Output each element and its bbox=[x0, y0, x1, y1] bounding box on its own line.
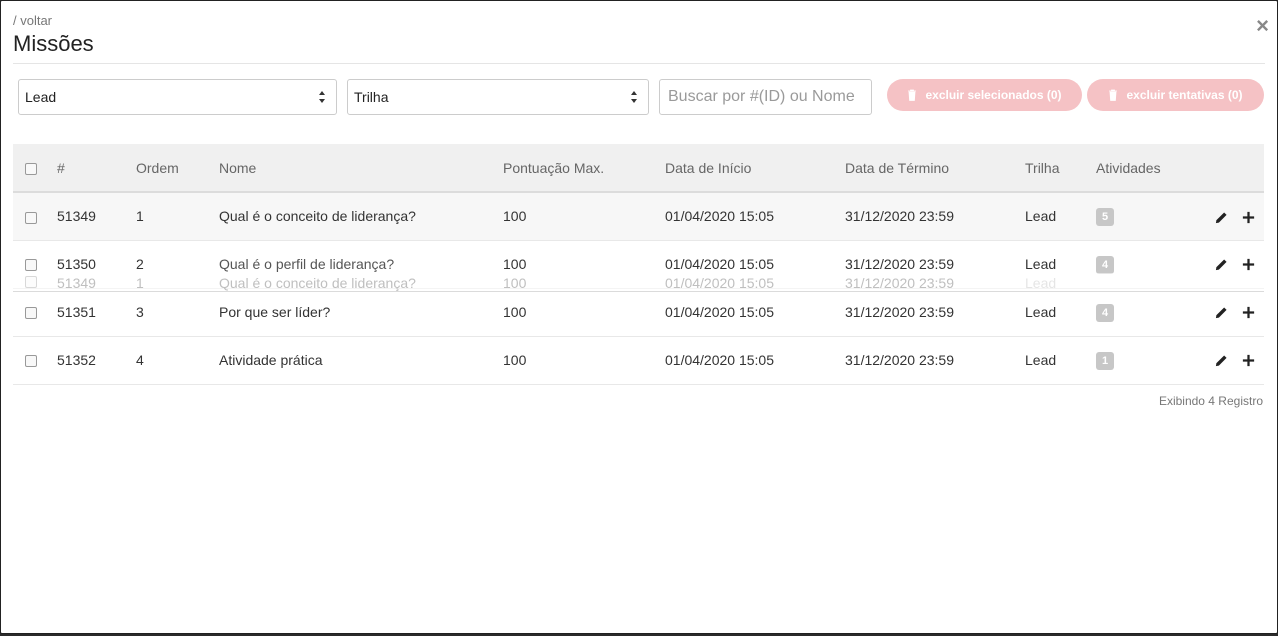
column-header-pontuacao[interactable]: Pontuação Max. bbox=[503, 144, 665, 193]
column-header-termino[interactable]: Data de Término bbox=[845, 144, 1025, 193]
table-row[interactable]: 51351 3 Por que ser líder? 100 01/04/202… bbox=[13, 288, 1264, 336]
search-input[interactable] bbox=[659, 79, 872, 115]
missions-table: # Ordem Nome Pontuação Max. Data de Iníc… bbox=[13, 144, 1264, 385]
row-id: 51352 bbox=[57, 352, 96, 368]
pencil-icon[interactable] bbox=[1214, 353, 1229, 368]
lead-select[interactable]: Lead bbox=[18, 79, 337, 115]
select-all-checkbox[interactable] bbox=[25, 162, 37, 175]
row-ordem: 1 bbox=[136, 208, 144, 225]
column-header-inicio[interactable]: Data de Início bbox=[665, 144, 845, 193]
delete-attempts-label: excluir tentativas (0) bbox=[1126, 88, 1243, 102]
row-nome: Atividade prática bbox=[219, 352, 323, 368]
table-header-row: # Ordem Nome Pontuação Max. Data de Iníc… bbox=[13, 144, 1264, 193]
row-checkbox[interactable] bbox=[25, 307, 37, 320]
row-pontuacao: 100 bbox=[503, 208, 527, 225]
close-icon[interactable]: × bbox=[1256, 15, 1269, 37]
pencil-icon[interactable] bbox=[1214, 305, 1229, 320]
row-pontuacao: 100 bbox=[503, 304, 527, 320]
row-checkbox[interactable] bbox=[25, 211, 37, 224]
row-trilha: Lead bbox=[1025, 208, 1057, 225]
trash-icon bbox=[908, 89, 917, 101]
plus-icon[interactable] bbox=[1241, 305, 1256, 320]
column-header-ordem[interactable]: Ordem bbox=[136, 144, 219, 193]
row-trilha: Lead bbox=[1025, 304, 1057, 320]
select-arrows-icon bbox=[319, 91, 325, 103]
table-row[interactable]: 51352 4 Atividade prática 100 01/04/2020… bbox=[13, 336, 1264, 384]
row-termino: 31/12/2020 23:59 bbox=[845, 304, 954, 320]
record-count: Exibindo 4 Registro bbox=[1158, 394, 1263, 408]
activities-count-badge: 4 bbox=[1096, 303, 1114, 322]
drag-ghost-row[interactable]: 51349 1 Qual é o conceito de liderança? … bbox=[13, 273, 1264, 292]
row-inicio: 01/04/2020 15:05 bbox=[665, 352, 774, 368]
pencil-icon[interactable] bbox=[1214, 257, 1229, 272]
plus-icon[interactable] bbox=[1241, 210, 1256, 225]
delete-selected-label: excluir selecionados (0) bbox=[925, 88, 1062, 102]
activities-count-badge: 1 bbox=[1096, 351, 1114, 370]
column-header-id[interactable]: # bbox=[57, 144, 136, 193]
select-arrows-icon bbox=[631, 91, 637, 103]
ghost-id: 51349 bbox=[57, 275, 96, 291]
row-id: 51349 bbox=[57, 208, 96, 225]
plus-icon[interactable] bbox=[1241, 257, 1256, 272]
column-header-atividades[interactable]: Atividades bbox=[1096, 144, 1196, 193]
ghost-nome: Qual é o conceito de liderança? bbox=[219, 275, 416, 291]
pencil-icon[interactable] bbox=[1214, 210, 1229, 225]
row-nome: Por que ser líder? bbox=[219, 304, 331, 320]
row-inicio: 01/04/2020 15:05 bbox=[665, 208, 774, 225]
column-header-trilha[interactable]: Trilha bbox=[1025, 144, 1096, 193]
ghost-ordem: 1 bbox=[136, 275, 144, 291]
table-row[interactable]: 51349 1 Qual é o conceito de liderança? … bbox=[13, 192, 1264, 240]
row-pontuacao: 100 bbox=[503, 352, 527, 368]
column-header-nome[interactable]: Nome bbox=[219, 144, 503, 193]
row-nome: Qual é o conceito de liderança? bbox=[219, 208, 416, 225]
delete-attempts-button[interactable]: excluir tentativas (0) bbox=[1087, 79, 1264, 111]
delete-selected-button[interactable]: excluir selecionados (0) bbox=[887, 79, 1082, 111]
header-divider bbox=[13, 63, 1265, 64]
page-title: Missões bbox=[13, 31, 94, 56]
trash-icon bbox=[1109, 89, 1118, 101]
activities-count-badge: 4 bbox=[1096, 255, 1114, 274]
trilha-select-value: Trilha bbox=[354, 89, 389, 105]
back-link[interactable]: / voltar bbox=[13, 13, 52, 28]
row-checkbox[interactable] bbox=[25, 355, 37, 368]
ghost-inicio: 01/04/2020 15:05 bbox=[665, 275, 774, 291]
ghost-termino: 31/12/2020 23:59 bbox=[845, 275, 954, 291]
row-termino: 31/12/2020 23:59 bbox=[845, 352, 954, 368]
ghost-trilha: Lead bbox=[1025, 275, 1057, 291]
row-checkbox[interactable] bbox=[25, 259, 37, 272]
row-termino: 31/12/2020 23:59 bbox=[845, 208, 954, 225]
lead-select-value: Lead bbox=[25, 89, 57, 105]
row-ordem: 3 bbox=[136, 304, 144, 320]
row-id: 51351 bbox=[57, 304, 96, 320]
row-ordem: 4 bbox=[136, 352, 144, 368]
row-inicio: 01/04/2020 15:05 bbox=[665, 304, 774, 320]
ghost-pontuacao: 100 bbox=[503, 275, 527, 291]
ghost-checkbox bbox=[25, 276, 37, 288]
column-header-actions bbox=[1196, 144, 1264, 193]
plus-icon[interactable] bbox=[1241, 353, 1256, 368]
activities-count-badge: 5 bbox=[1096, 207, 1114, 226]
trilha-select[interactable]: Trilha bbox=[347, 79, 649, 115]
missions-modal: / voltar Missões × Lead Trilha excluir s… bbox=[0, 0, 1278, 634]
row-trilha: Lead bbox=[1025, 352, 1057, 368]
